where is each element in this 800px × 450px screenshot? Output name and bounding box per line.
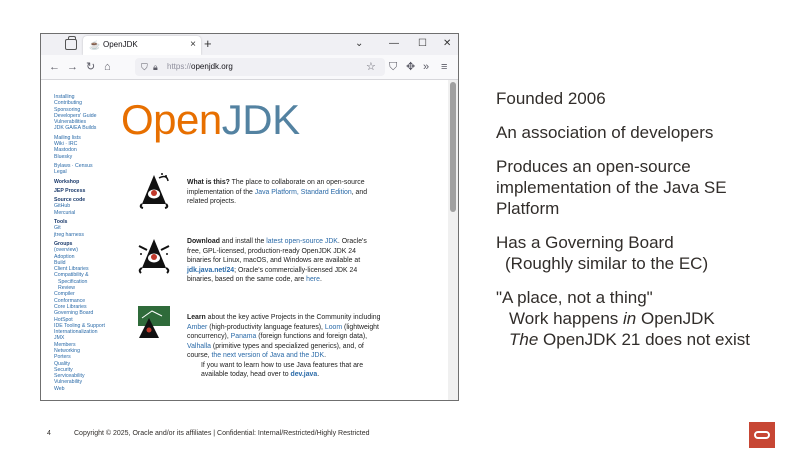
- browser-window: ☕ OpenJDK × + ⌄ — ☐ ✕ ← → ↻ ⌂ ⛉ 🔒︎ https…: [40, 33, 459, 401]
- tab-list-icon[interactable]: [65, 36, 77, 50]
- sidebar-link[interactable]: Mercurial: [54, 210, 116, 216]
- minimize-icon[interactable]: —: [389, 38, 399, 50]
- loom-link[interactable]: Loom: [325, 324, 342, 331]
- download-section: Download and install the latest open-sou…: [187, 238, 367, 283]
- sidebar-link[interactable]: Legal: [54, 169, 116, 175]
- tab-title: OpenJDK: [103, 40, 138, 49]
- new-tab-icon[interactable]: +: [204, 36, 212, 52]
- slide-number: 4: [47, 430, 51, 437]
- url-text[interactable]: https://openjdk.org: [167, 61, 233, 73]
- close-window-icon[interactable]: ✕: [443, 38, 451, 50]
- bullet-a-place: "A place, not a thing" Work happens in O…: [496, 288, 750, 349]
- navigation-toolbar: ← → ↻ ⌂ ⛉ 🔒︎ https://openjdk.org ☆ ⛉ ✥ »…: [41, 55, 458, 80]
- bullet-produces: Produces an open-source implementation o…: [496, 157, 727, 218]
- sidebar-group: Workshop: [54, 179, 116, 185]
- scrollbar-thumb[interactable]: [450, 82, 456, 212]
- sidebar-link[interactable]: Web: [54, 386, 116, 392]
- reload-icon[interactable]: ↻: [86, 60, 95, 74]
- sidebar-group: JEP Process: [54, 188, 116, 194]
- sidebar-group: Tools Git jtreg harness: [54, 219, 116, 238]
- app-menu-icon[interactable]: ≡: [441, 60, 447, 74]
- jdk-java-net-link[interactable]: jdk.java.net/24: [187, 267, 234, 274]
- sidebar-group: Source code GitHub Mercurial: [54, 197, 116, 216]
- dev-java-link[interactable]: dev.java: [291, 371, 318, 378]
- valhalla-link[interactable]: Valhalla: [187, 343, 211, 350]
- sidebar-link[interactable]: Bluesky: [54, 154, 116, 160]
- next-version-link[interactable]: the next version of Java and the JDK: [212, 352, 325, 359]
- sidebar-group: Installing Contributing Sponsoring Develope…: [54, 94, 116, 132]
- java-platform-link[interactable]: Java Platform, Standard Edition: [255, 189, 352, 196]
- learn-section: Learn about the key active Projects in t…: [187, 314, 381, 379]
- tab-openjdk[interactable]: ☕ OpenJDK ×: [83, 36, 201, 55]
- page-viewport: Installing Contributing Sponsoring Develope…: [41, 80, 450, 400]
- bullet-governing-board: Has a Governing Board (Roughly similar t…: [496, 233, 709, 273]
- tab-bar: ☕ OpenJDK × + ⌄ — ☐ ✕: [41, 34, 458, 55]
- sidebar-link[interactable]: JEP Process: [54, 188, 116, 194]
- address-bar[interactable]: ⛉ 🔒︎ https://openjdk.org: [135, 58, 385, 76]
- bookmark-star-icon[interactable]: ☆: [366, 60, 376, 74]
- duke-thinking-icon: [139, 173, 169, 209]
- more-tools-icon[interactable]: »: [423, 60, 429, 74]
- duke-download-icon: [138, 239, 170, 274]
- what-is-this-section: What is this? The place to collaborate o…: [187, 179, 368, 205]
- forward-icon[interactable]: →: [67, 60, 78, 74]
- amber-link[interactable]: Amber: [187, 324, 207, 331]
- openjdk-logo: OpenJDK: [121, 96, 300, 143]
- shield-icon[interactable]: ⛉: [141, 60, 148, 74]
- duke-teaching-icon: [138, 306, 170, 338]
- extensions-icon[interactable]: ✥: [406, 60, 415, 74]
- sidebar-link[interactable]: Workshop: [54, 179, 116, 185]
- oracle-logo-icon: [749, 422, 775, 448]
- site-sidebar: Installing Contributing Sponsoring Develope…: [54, 94, 116, 395]
- page-scrollbar[interactable]: [448, 80, 458, 400]
- tab-overflow-chevron-icon[interactable]: ⌄: [355, 38, 363, 50]
- copyright-notice: Copyright © 2025, Oracle and/or its affi…: [74, 430, 370, 437]
- maximize-icon[interactable]: ☐: [418, 38, 427, 50]
- sidebar-link[interactable]: jtreg harness: [54, 232, 116, 238]
- bullet-founded: Founded 2006: [496, 89, 606, 108]
- commercial-binaries-link[interactable]: here: [306, 276, 320, 283]
- tab-close-icon[interactable]: ×: [190, 39, 196, 51]
- latest-jdk-link[interactable]: latest open-source JDK: [266, 238, 338, 245]
- bullet-association: An association of developers: [496, 123, 714, 142]
- home-icon[interactable]: ⌂: [104, 60, 111, 74]
- shield-toolbar-icon[interactable]: ⛉: [389, 60, 397, 74]
- dev-java-paragraph: If you want to learn how to use Java fea…: [201, 361, 364, 379]
- back-icon[interactable]: ←: [49, 60, 60, 74]
- sidebar-group: Bylaws · Census Legal: [54, 163, 116, 176]
- sidebar-link[interactable]: JDK GA/EA Builds: [54, 125, 116, 131]
- panama-link[interactable]: Panama: [231, 333, 257, 340]
- sidebar-group: Mailing lists Wiki · IRC Mastodon Bluesky: [54, 135, 116, 160]
- sidebar-group: Groups (overview) Adoption Build Client Libr…: [54, 241, 116, 392]
- lock-icon[interactable]: 🔒︎: [153, 60, 158, 74]
- duke-favicon-icon: ☕: [89, 40, 101, 50]
